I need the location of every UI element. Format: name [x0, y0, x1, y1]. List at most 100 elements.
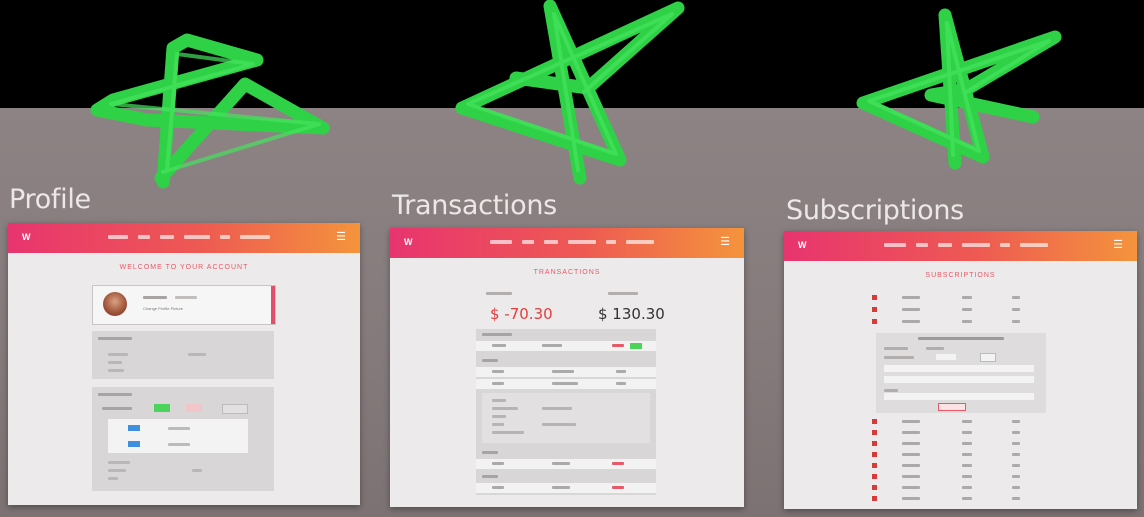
- table-row[interactable]: [868, 417, 1054, 427]
- delete-icon[interactable]: [872, 452, 877, 457]
- table-row[interactable]: [868, 439, 1054, 449]
- delete-icon[interactable]: [872, 463, 877, 468]
- select-input[interactable]: [884, 376, 1034, 383]
- table-row[interactable]: [868, 461, 1054, 471]
- profile-edit-accent: [271, 286, 275, 324]
- nav-link[interactable]: [884, 243, 906, 247]
- status-badge: [630, 343, 642, 349]
- nav-link[interactable]: [1000, 243, 1010, 247]
- nav-link[interactable]: [240, 235, 270, 239]
- row-line: [962, 453, 972, 456]
- delete-icon[interactable]: [872, 485, 877, 490]
- nav-link[interactable]: [184, 235, 210, 239]
- delete-icon[interactable]: [872, 496, 877, 501]
- row-line: [962, 497, 972, 500]
- nav-link[interactable]: [138, 235, 150, 239]
- nav-link[interactable]: [522, 240, 534, 244]
- transactions-board: W ☰ TRANSACTIONS $ -70.30 $ 130.30: [390, 228, 744, 507]
- detail-line: [542, 423, 576, 426]
- row-line: [492, 344, 506, 347]
- row-line: [962, 475, 972, 478]
- panel-line: [108, 469, 126, 472]
- row-line: [962, 442, 972, 445]
- hamburger-icon[interactable]: ☰: [1113, 240, 1123, 251]
- form-line: [918, 337, 1004, 340]
- delete-icon[interactable]: [872, 307, 877, 312]
- delete-icon[interactable]: [872, 319, 877, 324]
- green-star-drawing-3: [856, 8, 1062, 170]
- nav-link[interactable]: [220, 235, 230, 239]
- table-row[interactable]: [868, 494, 1054, 503]
- row-line: [902, 497, 920, 500]
- table-row[interactable]: [476, 379, 656, 389]
- table-row[interactable]: [868, 305, 1054, 315]
- table-row[interactable]: [868, 450, 1054, 460]
- row-line: [1012, 308, 1020, 311]
- form-line: [926, 347, 944, 350]
- nav-link[interactable]: [490, 240, 512, 244]
- apply-button[interactable]: [980, 353, 996, 362]
- panel-line: [108, 353, 128, 356]
- row-line: [1012, 296, 1020, 299]
- nav-link[interactable]: [568, 240, 596, 244]
- profile-board: W ☰ WELCOME TO YOUR ACCOUNT Change Profi…: [8, 223, 360, 505]
- row-line: [962, 296, 972, 299]
- notes-input[interactable]: [884, 393, 1034, 400]
- edit-button[interactable]: [222, 404, 248, 414]
- delete-icon[interactable]: [872, 474, 877, 479]
- hamburger-icon[interactable]: ☰: [720, 237, 730, 248]
- nav-link[interactable]: [1020, 243, 1048, 247]
- nav-link[interactable]: [544, 240, 558, 244]
- remove-button[interactable]: [186, 404, 202, 412]
- nav-link[interactable]: [626, 240, 654, 244]
- table-row[interactable]: [868, 428, 1054, 438]
- row-line: [492, 382, 504, 385]
- text-input[interactable]: [884, 365, 1034, 372]
- logo-icon: W: [798, 240, 807, 250]
- transactions-list: [476, 329, 656, 495]
- date-input[interactable]: [936, 354, 956, 360]
- delete-icon[interactable]: [872, 295, 877, 300]
- hamburger-icon[interactable]: ☰: [336, 232, 346, 243]
- row-line: [962, 420, 972, 423]
- form-line: [884, 389, 898, 392]
- table-row[interactable]: [868, 472, 1054, 482]
- nav-link[interactable]: [606, 240, 616, 244]
- row-line: [552, 462, 570, 465]
- table-row[interactable]: [476, 367, 656, 377]
- row-line: [902, 308, 920, 311]
- table-row[interactable]: [476, 459, 656, 469]
- table-row[interactable]: [476, 341, 656, 351]
- pending-amount: $ -70.30: [490, 305, 553, 323]
- list-line: [482, 475, 498, 478]
- row-line: [902, 431, 920, 434]
- delete-icon[interactable]: [872, 419, 877, 424]
- nav-link[interactable]: [108, 235, 128, 239]
- delete-icon[interactable]: [872, 441, 877, 446]
- table-row[interactable]: [868, 483, 1054, 493]
- nav-link[interactable]: [962, 243, 990, 247]
- nav-link[interactable]: [938, 243, 952, 247]
- list-line: [482, 333, 512, 336]
- table-row[interactable]: [868, 293, 1054, 303]
- profile-name-line: [143, 296, 167, 299]
- nav-link[interactable]: [916, 243, 928, 247]
- row-line: [1012, 497, 1020, 500]
- delete-icon[interactable]: [872, 430, 877, 435]
- nav-links: [108, 235, 315, 239]
- table-row[interactable]: [476, 483, 656, 493]
- table-row[interactable]: [868, 317, 1054, 327]
- nav-links: [884, 243, 1092, 247]
- nav-link[interactable]: [160, 235, 174, 239]
- profile-board-heading: WELCOME TO YOUR ACCOUNT: [119, 264, 249, 271]
- change-profile-picture-link[interactable]: Change Profile Picture: [143, 306, 183, 311]
- detail-line: [542, 407, 572, 410]
- row-line: [962, 308, 972, 311]
- green-star-drawing-1: [90, 33, 330, 189]
- account-details-panel: [92, 331, 274, 379]
- panel-line: [108, 361, 122, 364]
- balance-label-line: [608, 292, 638, 295]
- submit-button[interactable]: [938, 403, 966, 411]
- active-badge[interactable]: [154, 404, 170, 412]
- card-line: [168, 443, 190, 446]
